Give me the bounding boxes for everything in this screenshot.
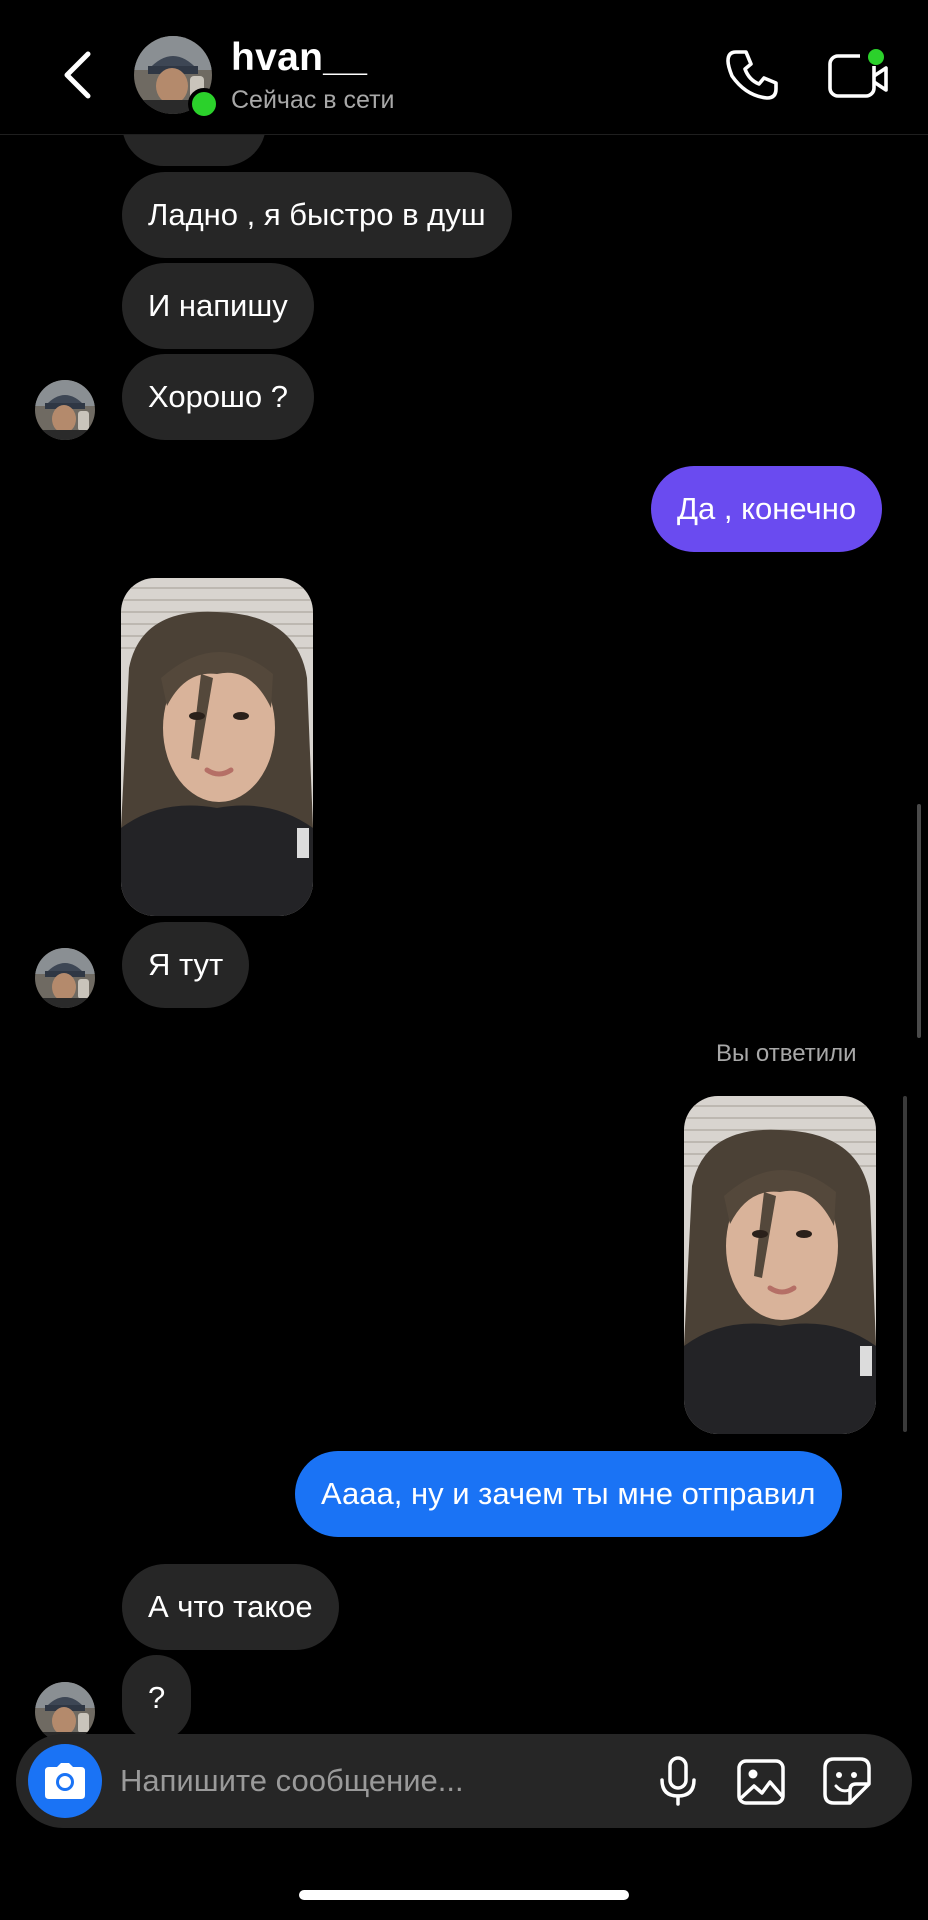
video-camera-icon xyxy=(828,46,888,98)
voice-message-button[interactable] xyxy=(656,1756,700,1806)
camera-icon xyxy=(45,1763,85,1799)
video-call-button[interactable] xyxy=(826,46,890,104)
sender-avatar[interactable] xyxy=(35,380,95,440)
message-bubble-outgoing[interactable]: Аааа, ну и зачем ты мне отправил xyxy=(295,1451,842,1537)
message-text: И напишу xyxy=(148,288,288,323)
microphone-icon xyxy=(660,1756,696,1806)
camera-button[interactable] xyxy=(28,1744,102,1818)
image-icon xyxy=(737,1759,785,1805)
message-text: Аааа, ну и зачем ты мне отправил xyxy=(321,1476,816,1511)
message-text: Ладно , я быстро в душ xyxy=(148,197,486,232)
scrollbar[interactable] xyxy=(917,804,921,1038)
message-bubble-incoming[interactable]: Ладно , я быстро в душ xyxy=(122,172,512,258)
gallery-button[interactable] xyxy=(736,1758,786,1806)
incoming-photo[interactable] xyxy=(121,578,313,916)
message-text: Я тут xyxy=(148,947,224,982)
message-bubble-incoming[interactable]: И напишу xyxy=(122,263,314,349)
message-bubble-incoming[interactable]: А что такое xyxy=(122,1564,339,1650)
message-bubble-incoming[interactable]: Хорошо ? xyxy=(122,354,315,440)
scrollbar[interactable] xyxy=(903,1096,907,1432)
message-input[interactable] xyxy=(120,1734,540,1828)
online-status-text: Сейчас в сети xyxy=(231,86,395,114)
phone-icon xyxy=(726,50,778,100)
message-text: ? xyxy=(148,1680,166,1715)
username[interactable]: hvan__ xyxy=(231,36,367,80)
reply-label: Вы ответили xyxy=(716,1040,857,1067)
sticker-icon xyxy=(823,1757,871,1805)
chevron-left-icon xyxy=(64,51,91,99)
message-bubble-outgoing[interactable]: Да , конечно xyxy=(651,466,883,552)
chat-header: hvan__ Сейчас в сети xyxy=(0,0,928,135)
message-text: А что такое xyxy=(148,1589,313,1624)
online-status-dot xyxy=(188,88,220,120)
message-text: Да , конечно xyxy=(677,491,857,526)
audio-call-button[interactable] xyxy=(722,46,782,106)
message-bubble-incoming[interactable]: Я тут xyxy=(122,922,250,1008)
back-button[interactable] xyxy=(50,44,104,106)
sender-avatar[interactable] xyxy=(35,948,95,1008)
message-text: Хорошо ? xyxy=(148,379,289,414)
sticker-button[interactable] xyxy=(822,1756,872,1806)
replied-photo[interactable] xyxy=(684,1096,876,1434)
sender-avatar[interactable] xyxy=(35,1682,95,1742)
message-composer xyxy=(16,1734,912,1828)
message-bubble-incoming[interactable]: ? xyxy=(122,1655,192,1741)
home-indicator xyxy=(299,1890,629,1900)
